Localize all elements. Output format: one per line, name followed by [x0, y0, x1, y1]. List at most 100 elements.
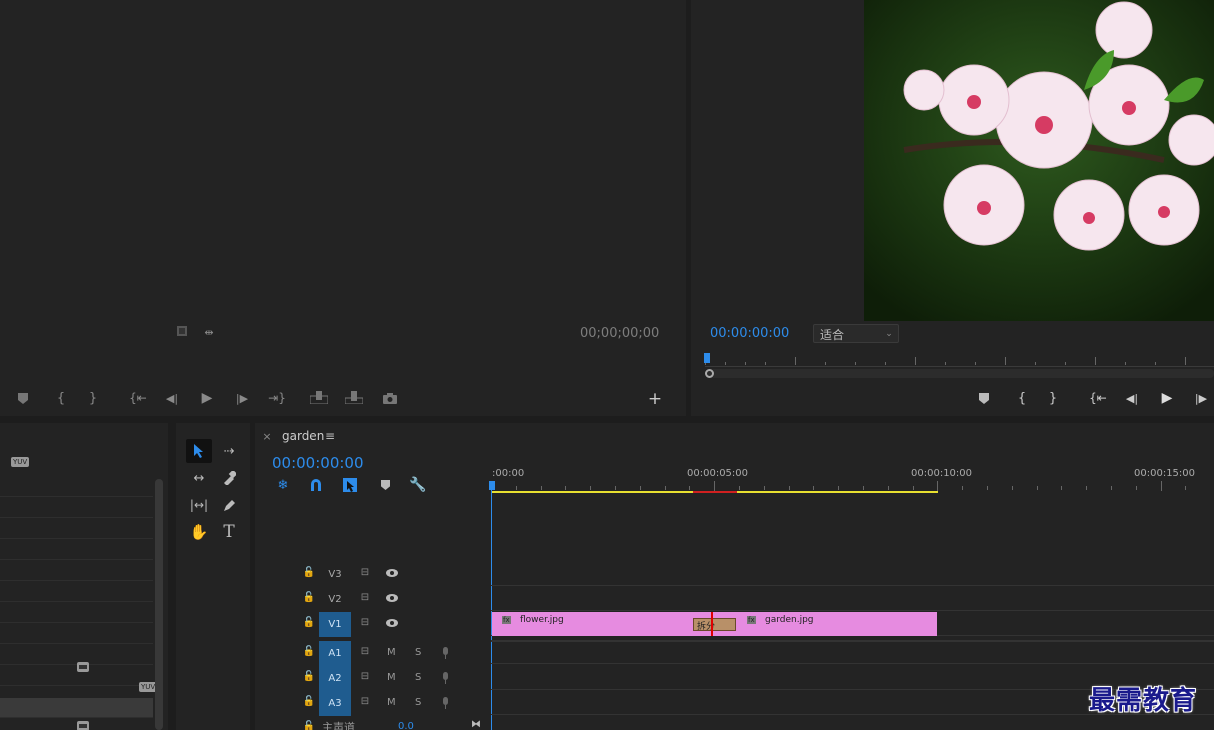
- ripple-edit-tool-icon[interactable]: ↔: [186, 467, 212, 489]
- close-icon[interactable]: ×: [262, 430, 272, 442]
- track-label[interactable]: A2: [319, 666, 351, 691]
- linked-selection-icon[interactable]: [342, 477, 358, 493]
- track-header-v3[interactable]: 🔓 V3 ⊟: [255, 562, 491, 587]
- drag-audio-icon[interactable]: ⇹: [200, 325, 218, 339]
- razor-tool-icon[interactable]: [216, 467, 242, 489]
- microphone-icon[interactable]: [439, 671, 451, 685]
- track-header-v1[interactable]: 🔓 V1 ⊟: [255, 612, 491, 637]
- solo-button[interactable]: S: [415, 672, 421, 683]
- film-icon[interactable]: [175, 324, 189, 338]
- microphone-icon[interactable]: [439, 696, 451, 710]
- go-to-in-icon[interactable]: {⇤: [1088, 390, 1108, 406]
- eye-icon[interactable]: [385, 567, 399, 579]
- solo-button[interactable]: S: [415, 647, 421, 658]
- fit-dropdown[interactable]: 适合 ⌄: [813, 324, 899, 343]
- list-item[interactable]: [0, 540, 153, 560]
- snap-magnet-icon[interactable]: [308, 477, 324, 493]
- panel-menu-icon[interactable]: ≡: [324, 430, 336, 442]
- edit-point[interactable]: [711, 612, 713, 636]
- mute-button[interactable]: M: [387, 647, 396, 658]
- clip-flower[interactable]: fx flower.jpg: [492, 612, 692, 636]
- step-back-icon[interactable]: ◀|: [1124, 390, 1140, 406]
- list-item[interactable]: [0, 498, 153, 518]
- zoom-handle[interactable]: [705, 369, 714, 378]
- play-icon[interactable]: ▶: [199, 389, 215, 407]
- add-marker-icon[interactable]: [977, 391, 991, 405]
- sync-lock-icon[interactable]: ⊟: [358, 671, 372, 683]
- slip-tool-icon[interactable]: |↔|: [186, 494, 212, 516]
- add-marker-icon[interactable]: [16, 391, 30, 405]
- nest-icon[interactable]: ❄: [275, 477, 291, 493]
- lock-icon[interactable]: 🔓: [303, 567, 315, 579]
- eye-icon[interactable]: [385, 592, 399, 604]
- sync-lock-icon[interactable]: ⊟: [358, 567, 372, 579]
- hand-tool-icon[interactable]: ✋: [186, 521, 212, 543]
- sync-lock-icon[interactable]: ⊟: [358, 696, 372, 708]
- step-forward-icon[interactable]: |▶: [1193, 390, 1209, 406]
- track-header-a1[interactable]: 🔓 A1 ⊟ M S: [255, 641, 491, 666]
- mute-button[interactable]: M: [387, 672, 396, 683]
- lock-icon[interactable]: 🔓: [303, 696, 315, 708]
- list-item[interactable]: [0, 519, 153, 539]
- track-header-a3[interactable]: 🔓 A3 ⊟ M S: [255, 691, 491, 716]
- sync-lock-icon[interactable]: ⊟: [358, 592, 372, 604]
- list-item[interactable]: [0, 561, 153, 581]
- lock-icon[interactable]: 🔓: [303, 721, 315, 730]
- program-playhead-icon[interactable]: [704, 353, 710, 363]
- list-item[interactable]: [0, 582, 153, 602]
- clip-garden[interactable]: fx garden.jpg: [737, 612, 937, 636]
- lock-icon[interactable]: 🔓: [303, 671, 315, 683]
- lock-icon[interactable]: 🔓: [303, 617, 315, 629]
- track-header-master[interactable]: 🔓 主声道 0.0 ⧓: [255, 716, 491, 730]
- mark-in-icon[interactable]: {: [54, 390, 68, 406]
- track-lane-v2[interactable]: [491, 587, 1214, 611]
- timeline-ruler[interactable]: :00:00 00:00:05:00 00:00:10:00 00:00:15:…: [491, 463, 1214, 495]
- track-header-a2[interactable]: 🔓 A2 ⊟ M S: [255, 666, 491, 691]
- list-item[interactable]: [0, 477, 153, 497]
- track-select-tool-icon[interactable]: ⇢: [216, 439, 242, 463]
- lock-icon[interactable]: 🔓: [303, 646, 315, 658]
- track-lane-v3[interactable]: [491, 562, 1214, 586]
- step-back-icon[interactable]: ◀|: [164, 390, 180, 406]
- overwrite-icon[interactable]: [344, 389, 364, 405]
- microphone-icon[interactable]: [439, 646, 451, 660]
- mute-button[interactable]: M: [387, 697, 396, 708]
- source-timecode[interactable]: 00;00;00;00: [580, 326, 659, 341]
- track-label[interactable]: A1: [319, 641, 351, 666]
- list-item[interactable]: [0, 624, 153, 644]
- wrench-icon[interactable]: 🔧: [409, 477, 426, 493]
- play-icon[interactable]: ▶: [1159, 389, 1175, 407]
- sync-lock-icon[interactable]: ⊟: [358, 617, 372, 629]
- list-item[interactable]: [0, 603, 153, 623]
- list-item-selected[interactable]: [0, 698, 153, 718]
- selection-tool-icon[interactable]: [186, 439, 212, 463]
- track-label[interactable]: V2: [319, 587, 351, 612]
- pen-tool-icon[interactable]: [216, 494, 242, 516]
- track-lane-a1[interactable]: [491, 640, 1214, 664]
- track-header-v2[interactable]: 🔓 V2 ⊟: [255, 587, 491, 612]
- zoom-scrollbar[interactable]: [705, 369, 1214, 378]
- playhead-handle[interactable]: [489, 481, 495, 490]
- program-time-ruler[interactable]: [704, 353, 1214, 367]
- mark-out-icon[interactable]: }: [1046, 390, 1060, 406]
- mark-in-icon[interactable]: {: [1015, 390, 1029, 406]
- track-label[interactable]: A3: [319, 691, 351, 716]
- program-timecode[interactable]: 00:00:00:00: [710, 326, 789, 341]
- mark-out-icon[interactable]: }: [86, 390, 100, 406]
- track-label[interactable]: V1: [319, 612, 351, 637]
- insert-icon[interactable]: [309, 389, 329, 405]
- solo-button[interactable]: S: [415, 697, 421, 708]
- step-forward-icon[interactable]: |▶: [234, 390, 250, 406]
- add-marker-icon[interactable]: [378, 478, 392, 492]
- go-to-in-icon[interactable]: {⇤: [128, 390, 148, 406]
- timeline-timecode[interactable]: 00:00:00:00: [272, 454, 364, 472]
- sync-lock-icon[interactable]: ⊟: [358, 646, 372, 658]
- vertical-scrollbar[interactable]: [155, 479, 163, 730]
- sequence-tab[interactable]: garden: [282, 429, 324, 443]
- track-label[interactable]: V3: [319, 562, 351, 587]
- eye-icon[interactable]: [385, 617, 399, 629]
- go-to-out-icon[interactable]: ⇥}: [267, 390, 287, 406]
- transition-clip[interactable]: 拆分: [692, 612, 737, 636]
- go-to-end-icon[interactable]: ⧓: [469, 719, 483, 730]
- camera-icon[interactable]: [381, 390, 399, 406]
